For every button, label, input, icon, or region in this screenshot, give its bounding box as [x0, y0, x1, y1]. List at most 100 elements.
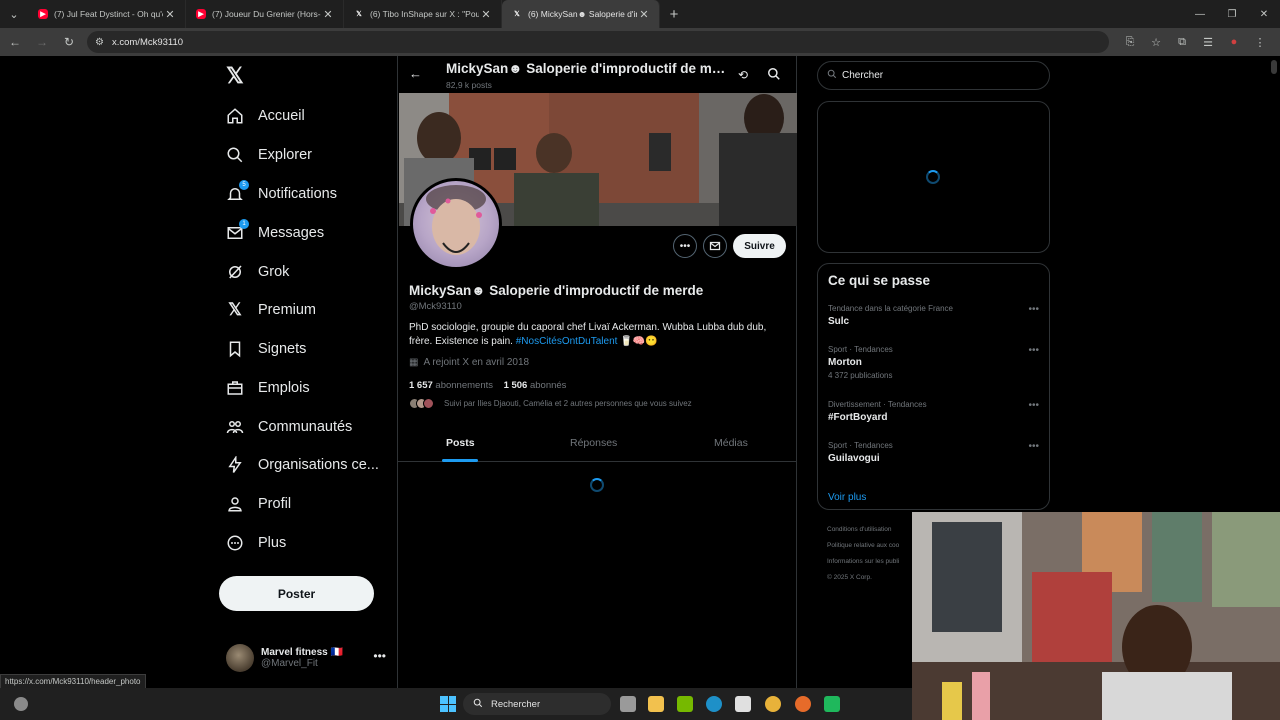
- more-icon[interactable]: •••: [1028, 400, 1039, 411]
- home-icon: [226, 107, 244, 125]
- bell-icon: 5: [226, 180, 249, 203]
- nav-item-accueil[interactable]: Accueil: [226, 102, 305, 130]
- tab-medias[interactable]: Médias: [714, 437, 748, 449]
- follow-stats: 1 657 abonnements 1 506 abonnés: [409, 380, 566, 391]
- tab-reponses[interactable]: Réponses: [570, 437, 617, 449]
- search-input[interactable]: Chercher: [817, 61, 1050, 90]
- install-icon[interactable]: ⎘: [1117, 36, 1143, 49]
- x-icon: 𝕏: [514, 11, 520, 18]
- footer-links: Conditions d'utilisation Politique relat…: [827, 526, 900, 581]
- nav-item-organisations[interactable]: Organisations ce...: [226, 451, 379, 479]
- nav-item-communautes[interactable]: Communautés: [226, 413, 352, 441]
- reload-icon[interactable]: ↻: [57, 30, 81, 54]
- trend-item[interactable]: Divertissement · Tendances #FortBoyard •…: [828, 400, 1041, 423]
- firefox-icon[interactable]: [795, 696, 811, 712]
- profile-handle: @Mck93110: [409, 301, 462, 312]
- browser-tab-2[interactable]: ▶ (7) Joueur Du Grenier (Hors-sé ✕: [186, 0, 344, 28]
- nav-item-notifications[interactable]: 5 Notifications: [226, 180, 337, 208]
- follow-button[interactable]: Suivre: [733, 234, 786, 258]
- chrome-icon[interactable]: [765, 696, 781, 712]
- trend-item[interactable]: Tendance dans la catégorie France Sulc •…: [828, 304, 1041, 327]
- profile-bio: PhD sociologie, groupie du caporal chef …: [409, 322, 767, 347]
- post-button[interactable]: Poster: [219, 576, 374, 611]
- url-field[interactable]: ⚙ x.com/Mck93110: [87, 31, 1109, 53]
- more-icon[interactable]: •••: [1028, 345, 1039, 356]
- trend-item[interactable]: Sport · Tendances Guilavogui •••: [828, 441, 1041, 464]
- following-link[interactable]: 1 657 abonnements: [409, 380, 493, 391]
- browser-tab-3[interactable]: 𝕏 (6) Tibo InShape sur X : "Pour s ✕: [344, 0, 502, 28]
- file-explorer-icon[interactable]: [648, 696, 664, 712]
- close-tab-icon[interactable]: ✕: [479, 8, 493, 21]
- loading-spinner: [590, 478, 604, 492]
- close-window-icon[interactable]: ✕: [1248, 0, 1280, 28]
- reading-list-icon[interactable]: ☰: [1195, 36, 1221, 49]
- active-tab-indicator: [442, 459, 478, 462]
- briefcase-icon: [226, 379, 244, 397]
- grok-icon: [226, 263, 244, 281]
- profile-actions: ••• Suivre: [398, 234, 797, 258]
- followers-link[interactable]: 1 506 abonnés: [504, 380, 567, 391]
- nav-item-signets[interactable]: Signets: [226, 335, 306, 363]
- browser-tab-1[interactable]: ▶ (7) Jul Feat Dystinct - Oh qu'elle ✕: [28, 0, 186, 28]
- profile-avatar-icon[interactable]: ●: [1221, 36, 1247, 49]
- avatar: [423, 398, 434, 409]
- tab-search-icon[interactable]: ⌄: [0, 0, 28, 28]
- nav-item-plus[interactable]: Plus: [226, 529, 286, 557]
- grok-icon[interactable]: ⟲: [738, 68, 748, 82]
- close-tab-icon[interactable]: ✕: [637, 8, 651, 21]
- search-icon[interactable]: [767, 67, 781, 86]
- trend-item[interactable]: Sport · Tendances Morton 4 372 publicati…: [828, 345, 1041, 380]
- minimize-icon[interactable]: —: [1184, 0, 1216, 28]
- restore-icon[interactable]: ❐: [1216, 0, 1248, 28]
- nav-item-grok[interactable]: Grok: [226, 258, 289, 286]
- lightning-icon: [226, 456, 244, 474]
- person-icon: [226, 495, 244, 513]
- nvidia-icon[interactable]: [677, 696, 693, 712]
- trends-title: Ce qui se passe: [828, 273, 931, 288]
- bookmark-star-icon[interactable]: ☆: [1143, 36, 1169, 49]
- scrollbar-thumb[interactable]: [1271, 60, 1277, 74]
- tab-posts[interactable]: Posts: [446, 437, 475, 449]
- menu-icon[interactable]: ⋮: [1247, 36, 1273, 49]
- nav-item-profil[interactable]: Profil: [226, 490, 291, 518]
- close-tab-icon[interactable]: ✕: [163, 8, 177, 21]
- search-icon: [473, 698, 483, 711]
- message-button[interactable]: [703, 234, 727, 258]
- hashtag-link[interactable]: #NosCitésOntDuTalent: [516, 336, 618, 347]
- nav-item-emplois[interactable]: Emplois: [226, 374, 310, 402]
- browser-tab-4[interactable]: 𝕏 (6) MickySan☻ Saloperie d'im ✕: [502, 0, 660, 28]
- more-icon[interactable]: •••: [373, 649, 386, 663]
- account-switcher[interactable]: Marvel fitness 🇫🇷 @Marvel_Fit •••: [226, 642, 386, 674]
- avatar: [226, 644, 254, 672]
- site-info-icon[interactable]: ⚙: [95, 37, 104, 48]
- back-arrow-icon[interactable]: ←: [409, 66, 422, 81]
- followed-by[interactable]: Suivi par Ilies Djaouti, Camélia et 2 au…: [409, 398, 692, 409]
- more-icon[interactable]: •••: [1028, 304, 1039, 315]
- task-view-icon[interactable]: [620, 696, 636, 712]
- forward-icon[interactable]: →: [30, 30, 54, 54]
- window-controls: — ❐ ✕: [1184, 0, 1280, 28]
- app-icon[interactable]: [824, 696, 840, 712]
- bookmark-icon: [226, 340, 244, 358]
- store-icon[interactable]: [735, 696, 751, 712]
- edge-icon[interactable]: [706, 696, 722, 712]
- extensions-icon[interactable]: ⧉: [1169, 36, 1195, 49]
- more-icon[interactable]: •••: [1028, 441, 1039, 452]
- nav-item-messages[interactable]: 1 Messages: [226, 219, 324, 247]
- taskbar-search[interactable]: Rechercher: [463, 693, 611, 715]
- profile-column: ← MickySan☻ Saloperie d'improductif de m…: [397, 56, 797, 688]
- browser-tab-bar: ⌄ ▶ (7) Jul Feat Dystinct - Oh qu'elle ✕…: [0, 0, 1280, 28]
- more-options-button[interactable]: •••: [673, 234, 697, 258]
- nav-item-premium[interactable]: 𝕏 Premium: [226, 296, 316, 324]
- nav-item-explorer[interactable]: Explorer: [226, 141, 312, 169]
- new-tab-icon[interactable]: +: [660, 6, 688, 23]
- x-logo-icon[interactable]: 𝕏: [226, 65, 246, 87]
- show-more-link[interactable]: Voir plus: [828, 492, 866, 503]
- windows-taskbar: Rechercher: [0, 688, 912, 720]
- search-icon: [226, 146, 244, 164]
- back-icon[interactable]: ←: [3, 30, 27, 54]
- start-icon[interactable]: [440, 696, 456, 712]
- message-badge: 1: [239, 219, 249, 229]
- close-tab-icon[interactable]: ✕: [321, 8, 335, 21]
- widgets-icon[interactable]: [14, 697, 28, 711]
